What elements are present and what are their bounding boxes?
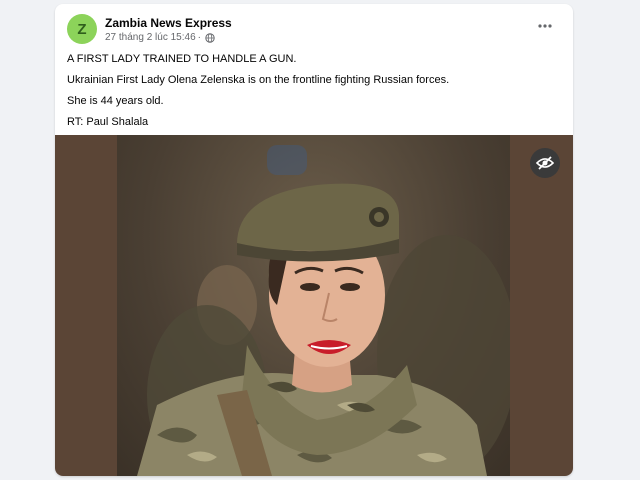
post-photo[interactable] — [117, 135, 510, 476]
post-line-credit: RT: Paul Shalala — [67, 116, 149, 128]
post-line-headline: A FIRST LADY TRAINED TO HANDLE A GUN. — [67, 53, 297, 65]
soldier-photo-illustration — [137, 145, 510, 476]
post-meta: 27 tháng 2 lúc 15:46 · — [105, 32, 215, 43]
page-name-link[interactable]: Zambia News Express — [105, 16, 232, 30]
eye-slash-icon[interactable] — [530, 148, 560, 178]
post-header: Z Zambia News Express 27 tháng 2 lúc 15:… — [67, 14, 563, 46]
post-text: A FIRST LADY TRAINED TO HANDLE A GUN. Uk… — [67, 52, 561, 136]
avatar[interactable]: Z — [67, 14, 97, 44]
meta-separator: · — [197, 32, 201, 43]
post-line-claim: Ukrainian First Lady Olena Zelenska is o… — [67, 74, 450, 86]
post-card: Z Zambia News Express 27 tháng 2 lúc 15:… — [55, 4, 573, 476]
more-options-icon[interactable] — [535, 18, 555, 34]
post-timestamp[interactable]: 27 tháng 2 lúc 15:46 — [105, 32, 196, 43]
post-media[interactable] — [55, 135, 573, 476]
post-line-age: She is 44 years old. — [67, 95, 164, 107]
globe-icon[interactable] — [205, 32, 215, 43]
